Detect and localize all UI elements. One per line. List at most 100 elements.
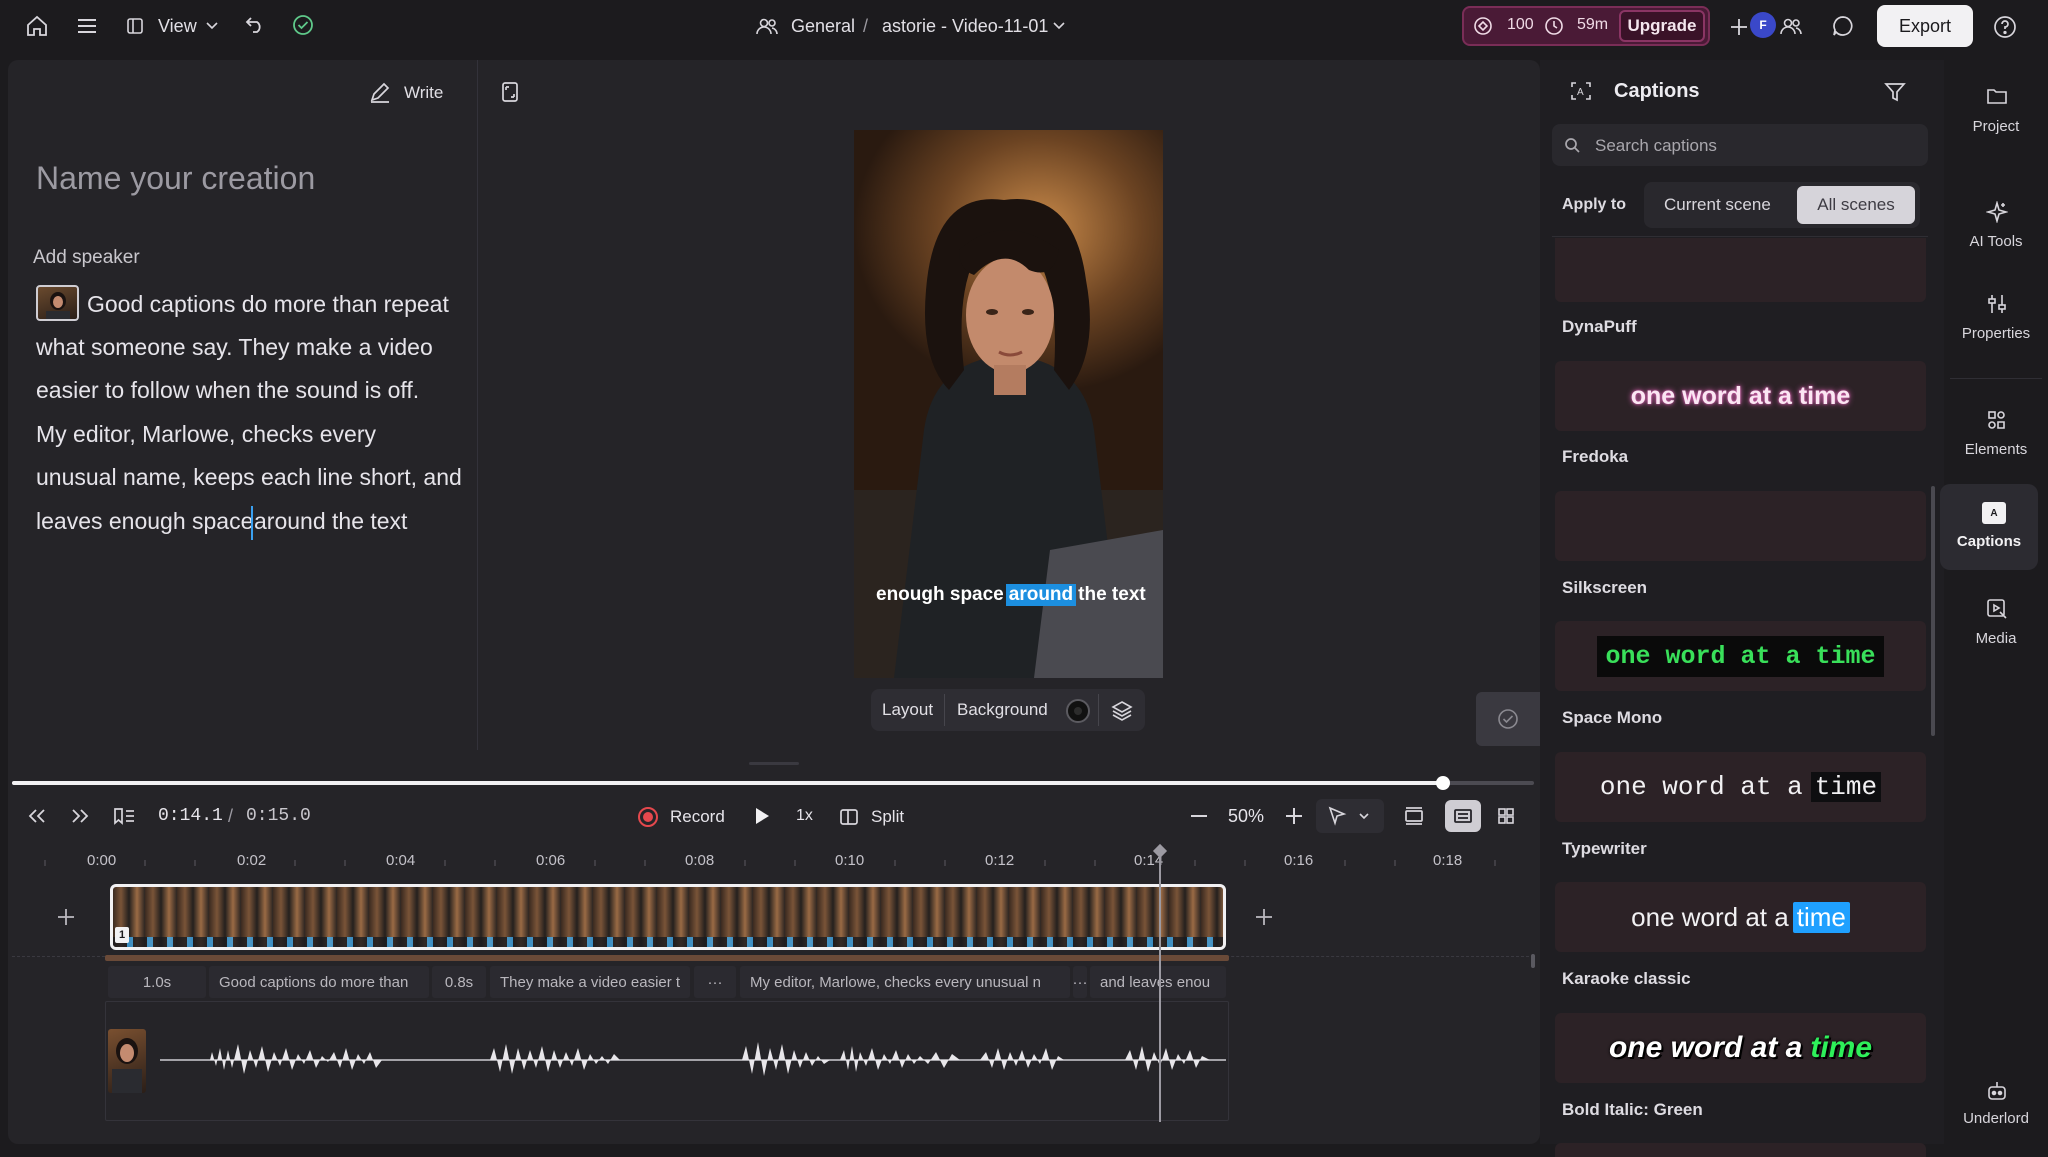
avatar[interactable]: F — [1750, 12, 1776, 38]
skip-forward-icon[interactable] — [67, 803, 93, 829]
caption-style-card[interactable]: one word at a time — [1555, 882, 1926, 952]
layout-button[interactable]: Layout — [882, 700, 933, 720]
help-icon[interactable] — [1991, 13, 2019, 41]
script-line[interactable]: unusual name, keeps each line short, and — [36, 464, 462, 491]
background-color-swatch[interactable] — [1066, 699, 1090, 723]
background-button[interactable]: Background — [957, 700, 1048, 720]
video-preview[interactable]: enough space around the text — [854, 130, 1163, 678]
caption-segment-gap[interactable]: 0.8s — [432, 966, 486, 998]
resize-handle[interactable] — [749, 762, 799, 765]
caption-segment[interactable]: and leaves enou — [1090, 966, 1226, 998]
upgrade-button[interactable]: Upgrade — [1619, 10, 1705, 42]
caption-segment[interactable]: They make a video easier t — [490, 966, 690, 998]
chevron-down-icon — [204, 18, 220, 34]
rail-media[interactable]: Media — [1944, 590, 2048, 652]
caption-style-card[interactable]: one word at a time — [1555, 752, 1926, 822]
caption-style-card[interactable] — [1555, 1143, 1926, 1157]
style-sample-bold-italic: one word at a — [1608, 1031, 1803, 1064]
search-placeholder: Search captions — [1595, 136, 1717, 155]
preview-caption[interactable]: enough space around the text — [876, 582, 1146, 608]
rail-elements[interactable]: Elements — [1944, 401, 2048, 463]
caption-segment-gap[interactable]: ··· — [1073, 966, 1087, 998]
ruler-tick: 0:12 — [985, 852, 1015, 869]
aspect-ratio-icon[interactable] — [496, 78, 524, 106]
search-captions-field[interactable]: Search captions — [1552, 124, 1928, 166]
speaker-thumbnail[interactable] — [36, 285, 79, 321]
breadcrumb-workspace[interactable]: General — [791, 16, 855, 37]
undo-icon[interactable] — [242, 12, 268, 38]
home-icon[interactable] — [22, 12, 52, 40]
caption-style-card[interactable]: one word at a time — [1555, 361, 1926, 431]
caption-segment[interactable]: My editor, Marlowe, checks every unusual… — [740, 966, 1070, 998]
zoom-in-icon[interactable] — [1281, 803, 1307, 829]
menu-icon[interactable] — [72, 12, 102, 40]
script-line[interactable]: My editor, Marlowe, checks every — [36, 421, 376, 448]
speaker-avatar[interactable] — [108, 1029, 146, 1093]
add-after-clip-icon[interactable] — [1250, 903, 1278, 931]
add-collaborator-icon[interactable] — [1726, 14, 1752, 40]
select-tool-dropdown[interactable] — [1316, 799, 1384, 833]
caption-segment-gap[interactable]: 1.0s — [108, 966, 206, 998]
scrubber-handle[interactable] — [1435, 776, 1450, 790]
comment-icon[interactable] — [1829, 13, 1857, 39]
style-sample-fredoka: one word at a time — [1630, 381, 1851, 410]
split-icon — [838, 806, 860, 828]
layers-icon[interactable] — [1108, 697, 1136, 725]
caption-style-name: Silkscreen — [1562, 578, 1648, 597]
split-button[interactable]: Split — [838, 802, 918, 832]
caption-style-card[interactable] — [1555, 491, 1926, 561]
style-sample-typewriter: one word at a — [1599, 772, 1803, 802]
script-line-tail[interactable]: around the text — [254, 508, 407, 535]
export-button[interactable]: Export — [1877, 5, 1973, 47]
caption-segment[interactable]: Good captions do more than — [209, 966, 429, 998]
add-before-clip-icon[interactable] — [52, 903, 80, 931]
view-menu[interactable]: View — [122, 12, 222, 40]
playback-scrubber[interactable] — [12, 776, 1534, 790]
skip-back-icon[interactable] — [24, 803, 50, 829]
caption-style-card[interactable]: one word at a time — [1555, 1013, 1926, 1083]
ruler-tick: 0:04 — [386, 852, 416, 869]
style-sample-karaoke: one word at a — [1631, 901, 1789, 932]
playhead[interactable] — [1159, 846, 1161, 1122]
record-button[interactable]: Record — [636, 802, 736, 832]
share-people-icon[interactable] — [1778, 14, 1804, 38]
chapters-icon[interactable] — [110, 803, 138, 829]
playback-speed[interactable]: 1x — [796, 807, 813, 825]
caption-style-card[interactable]: one word at a time — [1555, 621, 1926, 691]
rail-ai-tools[interactable]: AI Tools — [1944, 193, 2048, 255]
write-button[interactable]: Write — [368, 77, 468, 107]
creation-title-input[interactable]: Name your creation — [36, 160, 315, 197]
script-line[interactable]: easier to follow when the sound is off. — [36, 377, 419, 404]
caption-segment-gap[interactable]: ··· — [694, 966, 736, 998]
rail-project[interactable]: Project — [1944, 78, 2048, 140]
caption-style-card[interactable] — [1555, 238, 1926, 302]
video-clip[interactable]: 1 — [110, 884, 1226, 950]
apply-to-label: Apply to — [1562, 196, 1626, 213]
add-speaker-button[interactable]: Add speaker — [33, 247, 140, 269]
rail-underlord[interactable]: Underlord — [1944, 1072, 2048, 1134]
script-line[interactable]: Good captions do more than repeat — [87, 291, 449, 318]
status-check-button[interactable] — [1476, 692, 1540, 746]
chevron-down-icon[interactable] — [1051, 18, 1067, 34]
folder-icon — [1984, 84, 2010, 108]
timeline-scrollbar[interactable] — [1531, 954, 1535, 968]
scope-all-scenes[interactable]: All scenes — [1797, 186, 1915, 224]
filter-icon[interactable] — [1880, 78, 1910, 106]
pen-icon — [368, 80, 392, 104]
robot-icon — [1984, 1078, 2010, 1104]
record-icon — [638, 807, 658, 827]
project-title[interactable]: astorie - Video-11-01 — [882, 16, 1048, 37]
list-view-icon[interactable] — [1445, 800, 1481, 832]
grid-view-icon[interactable] — [1492, 803, 1520, 829]
rail-properties[interactable]: Properties — [1944, 285, 2048, 347]
scope-current-scene[interactable]: Current scene — [1664, 195, 1771, 215]
play-icon[interactable] — [749, 803, 775, 829]
captions-scrollbar[interactable] — [1931, 486, 1935, 736]
rail-label: Project — [1972, 118, 2020, 135]
current-time: 0:14.1 — [158, 806, 223, 826]
fit-view-icon[interactable] — [1400, 803, 1428, 829]
script-line[interactable]: leaves enough space — [36, 508, 253, 535]
rail-captions[interactable]: A Captions — [1940, 484, 2038, 570]
zoom-out-icon[interactable] — [1186, 803, 1212, 829]
script-line[interactable]: what someone say. They make a video — [36, 334, 433, 361]
